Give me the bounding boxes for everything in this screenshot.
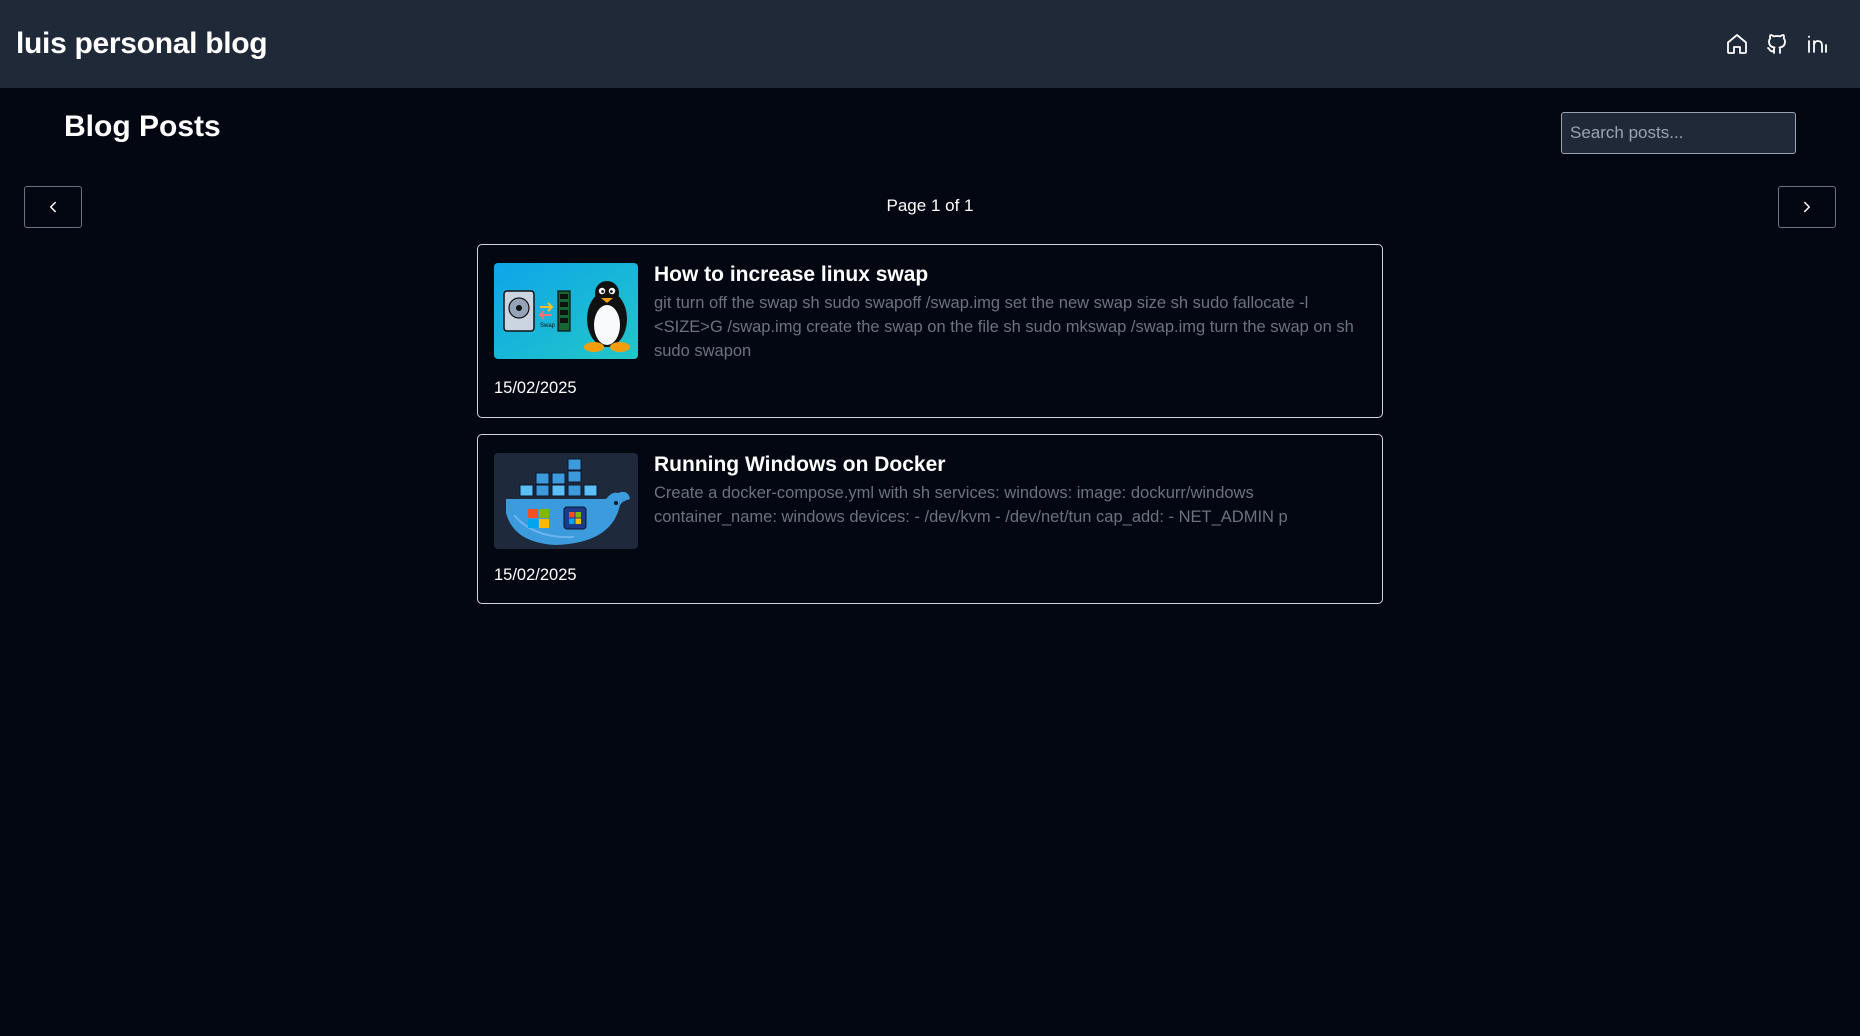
github-icon[interactable]	[1764, 31, 1790, 57]
chevron-right-icon	[1804, 201, 1810, 213]
post-excerpt: Create a docker-compose.yml with sh serv…	[654, 484, 1288, 526]
docker-windows-thumbnail	[494, 453, 638, 549]
header-nav	[1724, 31, 1830, 57]
linux-swap-thumbnail: Swap	[494, 263, 638, 359]
home-icon[interactable]	[1724, 31, 1750, 57]
post-card[interactable]: Swap How to increase linux swap git turn…	[477, 244, 1383, 418]
swap-label: Swap	[540, 323, 556, 329]
post-date: 15/02/2025	[494, 379, 577, 397]
post-title[interactable]: How to increase linux swap	[654, 263, 928, 287]
search-input[interactable]	[1561, 112, 1796, 154]
post-card[interactable]: Running Windows on Docker Create a docke…	[477, 434, 1383, 604]
post-date: 15/02/2025	[494, 566, 577, 584]
site-header: luis personal blog	[0, 0, 1860, 88]
site-title[interactable]: luis personal blog	[16, 27, 268, 61]
post-title[interactable]: Running Windows on Docker	[654, 453, 945, 477]
next-page-button[interactable]	[1778, 186, 1836, 228]
post-excerpt: git turn off the swap sh sudo swapoff /s…	[654, 294, 1354, 360]
page-indicator: Page 1 of 1	[886, 196, 974, 215]
page-title: Blog Posts	[64, 110, 221, 143]
linkedin-icon[interactable]	[1804, 31, 1830, 57]
